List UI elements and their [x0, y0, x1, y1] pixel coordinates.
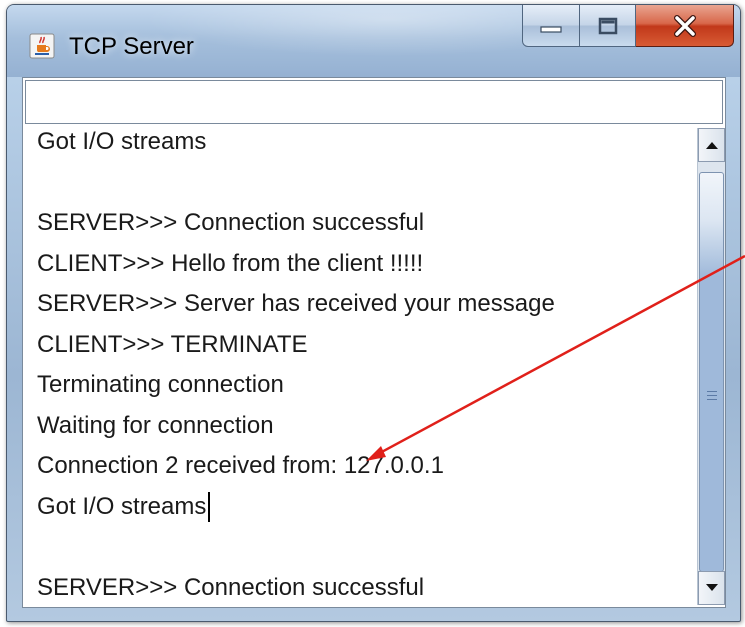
scroll-down-button[interactable]: [698, 571, 725, 605]
client-area: Got I/O streams SERVER>>> Connection suc…: [22, 77, 726, 608]
output-line: Terminating connection: [37, 371, 284, 398]
output-lines: Got I/O streams SERVER>>> Connection suc…: [37, 128, 555, 605]
close-button[interactable]: [636, 5, 734, 47]
message-input[interactable]: [25, 80, 723, 124]
output-line: [37, 163, 555, 204]
tcp-server-window: TCP Server Got I/O streams SERVER>>> Con…: [6, 4, 741, 622]
output-line: Waiting for connection: [37, 411, 274, 439]
window-title: TCP Server: [69, 33, 194, 60]
minimize-icon: [540, 25, 562, 33]
output-line: Got I/O streams: [37, 492, 207, 520]
maximize-icon: [598, 17, 617, 34]
maximize-button[interactable]: [580, 5, 636, 47]
output-line: SERVER>>> Connection successful: [37, 573, 425, 601]
caption-buttons: [522, 5, 734, 49]
output-line: Got I/O streams: [37, 128, 207, 155]
java-icon: [29, 33, 55, 59]
vertical-scrollbar[interactable]: [697, 128, 725, 605]
scroll-down-arrow-icon: [705, 584, 718, 591]
text-caret: [208, 492, 211, 523]
output-line: [37, 527, 555, 568]
scroll-up-arrow-icon: [705, 142, 718, 149]
output-line-with-caret: Got I/O streams: [37, 487, 555, 528]
close-icon: [673, 14, 696, 37]
output-line: CLIENT>>> Hello from the client !!!!!: [37, 249, 424, 277]
output-line: CLIENT>>> TERMINATE: [37, 330, 308, 358]
output-text-area[interactable]: Got I/O streams SERVER>>> Connection suc…: [25, 128, 697, 605]
output-line: SERVER>>> Connection successful: [37, 209, 425, 236]
scroll-thumb[interactable]: [699, 172, 724, 572]
minimize-button[interactable]: [522, 5, 580, 47]
output-line: SERVER>>> Server has received your messa…: [37, 290, 555, 317]
scroll-up-button[interactable]: [698, 128, 725, 162]
title-bar[interactable]: TCP Server: [7, 5, 740, 77]
scroll-grip-icon: [707, 391, 717, 400]
output-line: Connection 2 received from: 127.0.0.1: [37, 452, 444, 479]
